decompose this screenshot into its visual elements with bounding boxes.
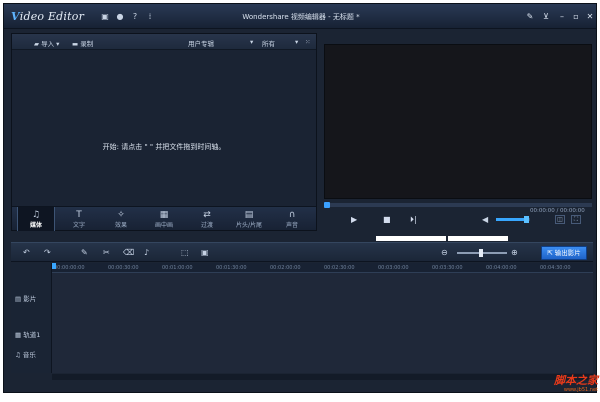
redo-icon[interactable]: ↷ bbox=[44, 248, 51, 258]
fullscreen-icon[interactable]: ⛶ bbox=[571, 215, 581, 224]
media-tabs: ♫ 媒体 T 文字 ✧ 效果 ▦ 画中画 ⇄ 过渡 ▤ 片头/片尾 ∩ 声音 bbox=[12, 206, 316, 231]
zoom-out-icon[interactable]: ⊖ bbox=[441, 248, 448, 258]
track-music[interactable]: ♫ 音乐 bbox=[15, 349, 36, 359]
cart-icon[interactable]: ⊻ bbox=[540, 11, 552, 23]
tab-text[interactable]: T 文字 bbox=[60, 207, 98, 231]
media-toolbar: ▰ 导入 ▾ ▬ 录制 用户专辑 ▾ 所有 ▾ ⁙ bbox=[12, 34, 316, 50]
video-editor-window: Video Editor ▣ ● ? ⁞ Wondershare 视频编辑器 -… bbox=[3, 3, 597, 393]
chevron-down-icon[interactable]: ▾ bbox=[295, 38, 298, 46]
tab-sound[interactable]: ∩ 声音 bbox=[273, 207, 311, 231]
ruler-tick: 00:04:00:00 bbox=[486, 265, 517, 271]
pip-icon: ▦ bbox=[15, 331, 24, 339]
filter-dropdown[interactable]: 所有 bbox=[262, 38, 275, 48]
chevron-down-icon[interactable]: ▾ bbox=[250, 38, 253, 46]
film-icon: ▤ bbox=[15, 295, 24, 303]
export-icon: ⇱ bbox=[547, 249, 555, 257]
volume-slider[interactable] bbox=[496, 216, 530, 223]
tab-transitions[interactable]: ⇄ 过渡 bbox=[188, 207, 226, 231]
record-button[interactable]: ▬ 录制 bbox=[72, 38, 93, 48]
scissors-icon[interactable]: ✂ bbox=[103, 248, 110, 258]
watermark-url: www.jb51.net bbox=[563, 387, 598, 393]
tab-pip[interactable]: ▦ 画中画 bbox=[145, 207, 183, 231]
snapshot-icon[interactable]: ◫ bbox=[555, 215, 565, 224]
close-button[interactable]: ✕ bbox=[584, 11, 596, 23]
headphones-icon: ∩ bbox=[288, 210, 296, 220]
title-bar: Video Editor ▣ ● ? ⁞ Wondershare 视频编辑器 -… bbox=[4, 4, 596, 29]
timeline-toolbar: ↶ ↷ ✎ ✂ ⌫ ♪ ⬚ ▣ ⊖ ⊕ ⇱ 输出影片 bbox=[11, 242, 593, 262]
media-drop-area[interactable]: 开始: 请点击 " " 并把文件拖到时间轴。 bbox=[12, 50, 316, 206]
watermark-text: 脚本之家 bbox=[554, 374, 598, 387]
watermark: 脚本之家 www.jb51.net bbox=[528, 375, 598, 399]
window-title: Wondershare 视频编辑器 - 无标题 * bbox=[242, 13, 360, 21]
preview-timecode: 00:00:00 / 00:00:00 bbox=[530, 208, 585, 214]
ruler-tick: 00:01:00:00 bbox=[162, 265, 193, 271]
next-frame-button[interactable]: ⏵| bbox=[410, 215, 417, 225]
export-movie-button[interactable]: ⇱ 输出影片 bbox=[541, 246, 587, 260]
ruler-tick: 00:01:30:00 bbox=[216, 265, 247, 271]
transition-icon: ⇄ bbox=[203, 210, 211, 220]
volume-knob[interactable] bbox=[524, 216, 529, 223]
playhead[interactable] bbox=[52, 263, 56, 269]
camera-icon: ▬ bbox=[72, 40, 81, 48]
tab-effects[interactable]: ✧ 效果 bbox=[102, 207, 140, 231]
maximize-button[interactable]: ▫ bbox=[570, 11, 582, 23]
ruler-tick: 00:00:00:00 bbox=[54, 265, 85, 271]
microphone-icon[interactable]: ♪ bbox=[144, 248, 149, 258]
stop-button[interactable]: ■ bbox=[383, 215, 391, 225]
empty-hint: 开始: 请点击 " " 并把文件拖到时间轴。 bbox=[102, 143, 226, 151]
wrench-icon[interactable]: ✎ bbox=[524, 11, 536, 23]
white-bar-right bbox=[448, 236, 508, 241]
media-library-panel: ▰ 导入 ▾ ▬ 录制 用户专辑 ▾ 所有 ▾ ⁙ 开始: 请点击 " " 并把… bbox=[11, 33, 317, 231]
undo-icon[interactable]: ↶ bbox=[23, 248, 30, 258]
music-note-icon: ♫ bbox=[15, 351, 23, 359]
track-header-column: ▤ 影片 ▦ 轨道1 ♫ 音乐 bbox=[11, 263, 52, 373]
text-icon: T bbox=[76, 210, 82, 220]
import-button[interactable]: ▰ 导入 ▾ bbox=[34, 38, 59, 48]
ruler-tick: 00:04:30:00 bbox=[540, 265, 571, 271]
timeline-ruler[interactable]: 00:00:00:00 00:00:30:00 00:01:00:00 00:0… bbox=[52, 263, 593, 273]
preview-seekbar[interactable] bbox=[324, 202, 592, 208]
track-overlay[interactable]: ▦ 轨道1 bbox=[15, 329, 40, 339]
play-button[interactable]: ▶ bbox=[351, 215, 357, 225]
ruler-tick: 00:02:30:00 bbox=[324, 265, 355, 271]
minimize-button[interactable]: – bbox=[556, 11, 568, 23]
film-icon: ▤ bbox=[244, 210, 254, 220]
zoom-in-icon[interactable]: ⊕ bbox=[511, 248, 518, 258]
tab-media[interactable]: ♫ 媒体 bbox=[17, 207, 55, 231]
image-icon[interactable]: ▣ bbox=[201, 248, 209, 258]
track-video[interactable]: ▤ 影片 bbox=[15, 293, 36, 303]
zoom-slider[interactable] bbox=[457, 249, 507, 257]
magic-wand-icon: ✧ bbox=[117, 210, 125, 220]
seek-handle[interactable] bbox=[324, 202, 330, 208]
white-bar-left bbox=[376, 236, 446, 241]
view-grid-icon[interactable]: ⁙ bbox=[305, 38, 310, 46]
music-icon: ♫ bbox=[31, 210, 41, 220]
ruler-tick: 00:00:30:00 bbox=[108, 265, 139, 271]
timeline-scrollbar[interactable] bbox=[52, 374, 593, 380]
ruler-tick: 00:02:00:00 bbox=[270, 265, 301, 271]
trash-icon[interactable]: ⌫ bbox=[123, 248, 134, 258]
volume-fill bbox=[496, 218, 526, 221]
pip-icon: ▦ bbox=[159, 210, 169, 220]
album-dropdown[interactable]: 用户专辑 bbox=[188, 38, 214, 48]
volume-icon[interactable]: ◀ bbox=[482, 215, 488, 224]
preview-screen bbox=[324, 44, 592, 199]
edit-icon[interactable]: ✎ bbox=[81, 248, 88, 258]
status-bar bbox=[4, 382, 596, 392]
ruler-tick: 00:03:30:00 bbox=[432, 265, 463, 271]
ruler-tick: 00:03:00:00 bbox=[378, 265, 409, 271]
zoom-knob[interactable] bbox=[479, 249, 483, 257]
tab-intro-credits[interactable]: ▤ 片头/片尾 bbox=[230, 207, 268, 231]
crop-icon[interactable]: ⬚ bbox=[181, 248, 189, 258]
timeline-tracks-area[interactable] bbox=[52, 273, 593, 373]
